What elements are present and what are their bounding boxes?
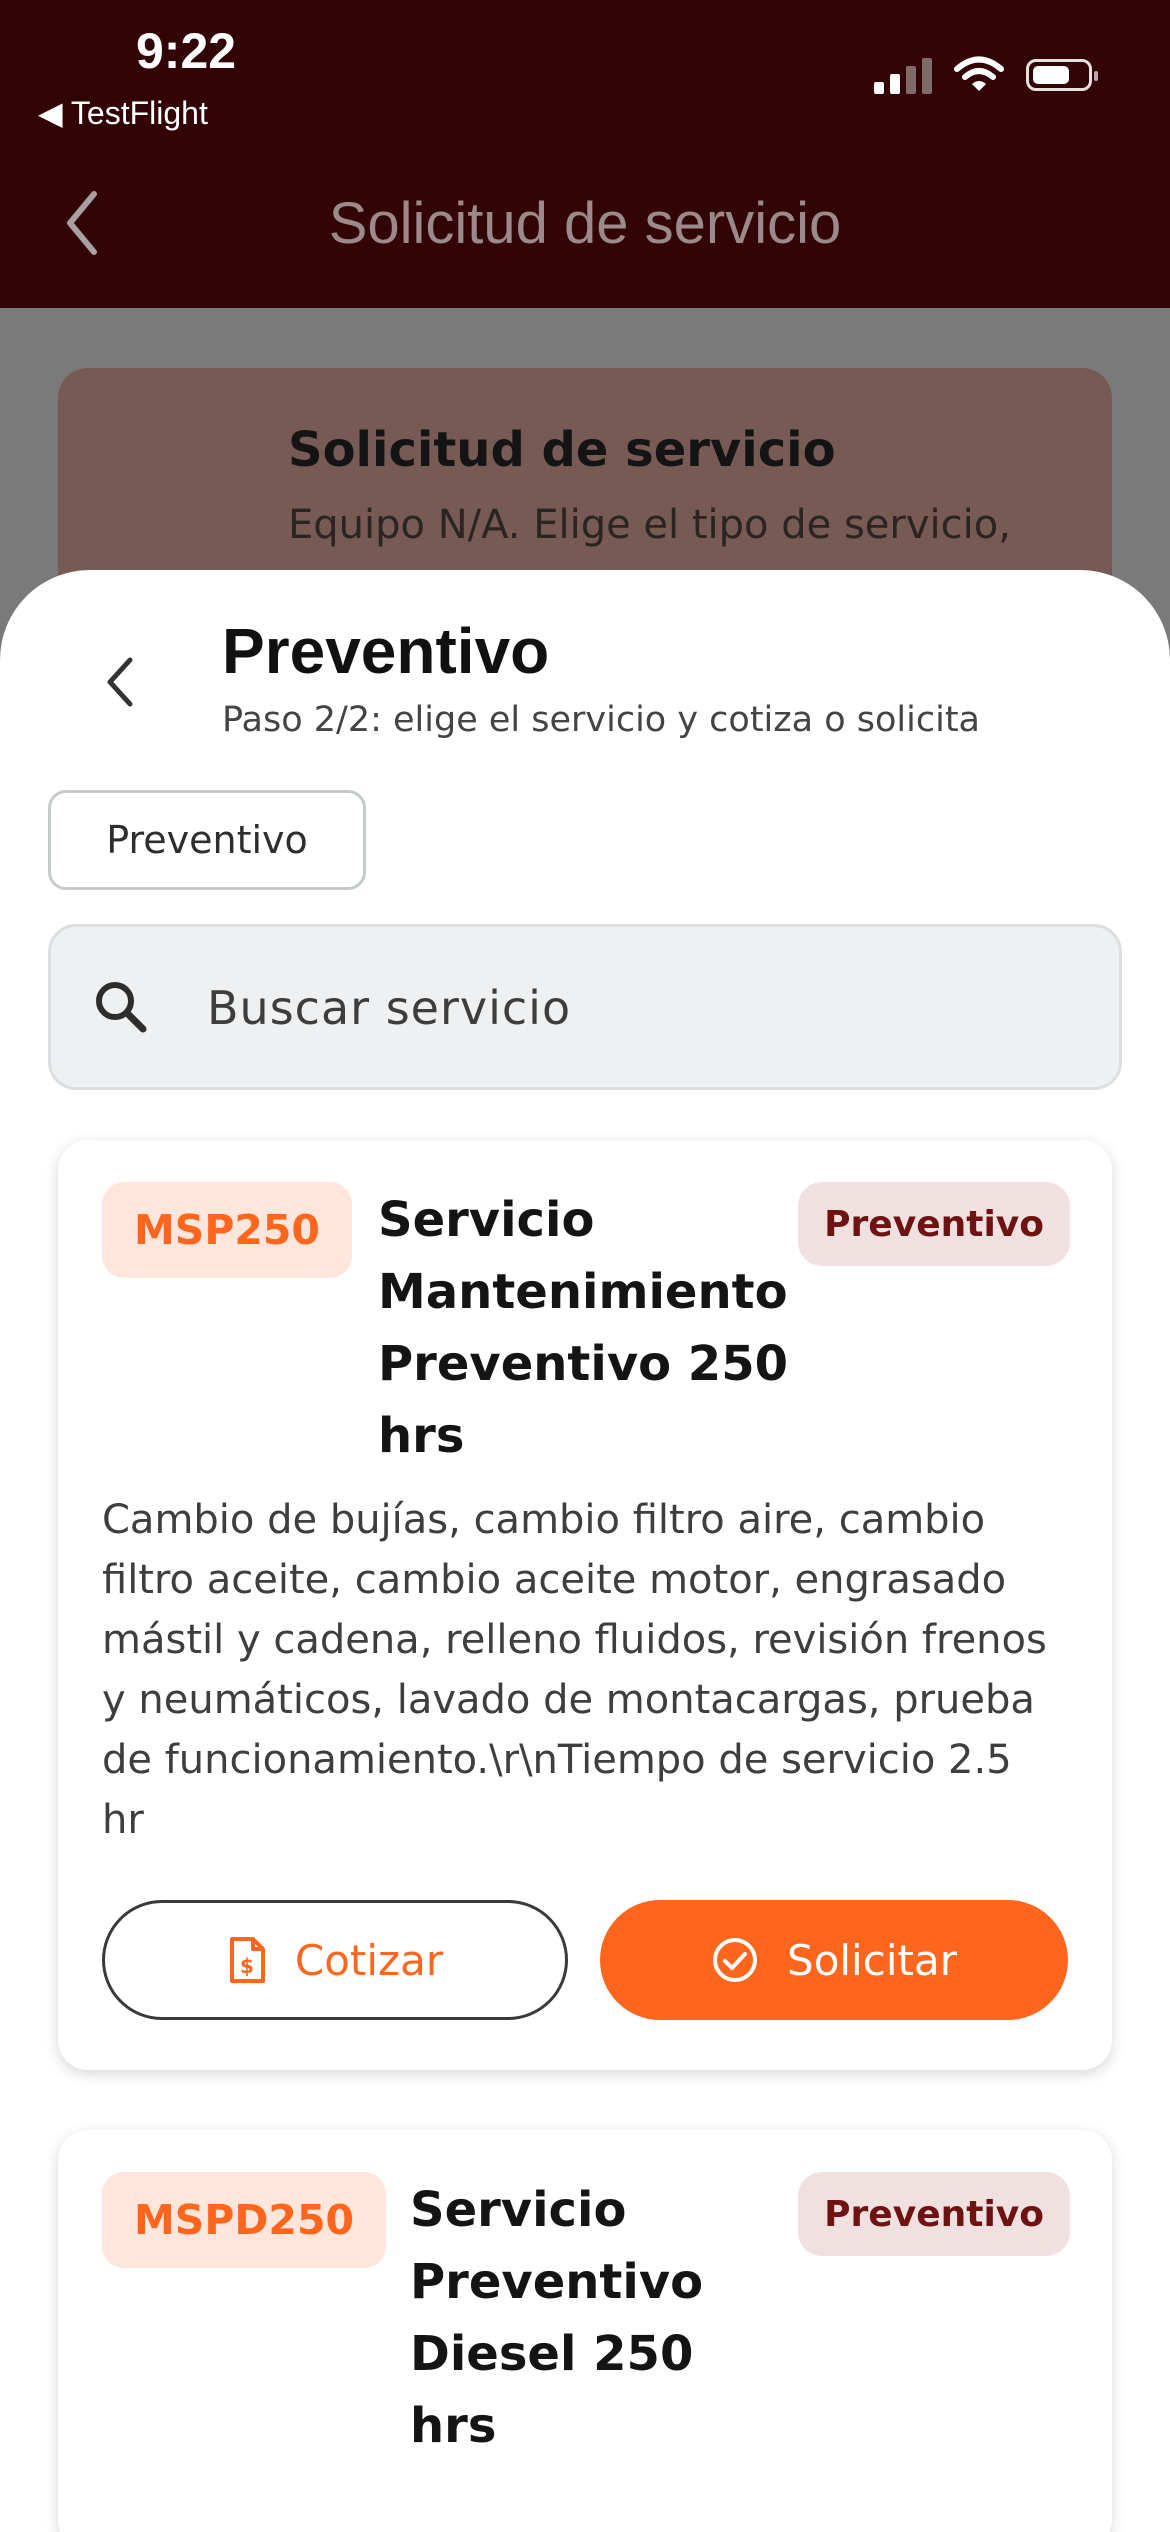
service-code-badge: MSP250 (102, 1182, 352, 1278)
wifi-icon (954, 56, 1004, 91)
quote-button-label: Cotizar (294, 1935, 444, 1985)
request-button[interactable]: Solicitar (600, 1900, 1068, 2020)
service-type-badge: Preventivo (798, 1182, 1070, 1266)
svg-text:$: $ (240, 1954, 254, 1978)
service-title-line: Servicio (410, 2182, 627, 2238)
service-title-line: Preventivo (410, 2254, 704, 2310)
invoice-icon: $ (229, 1937, 265, 1983)
service-title: Servicio Preventivo Diesel 250 hrs (410, 2174, 703, 2462)
service-title-line: hrs (378, 1408, 465, 1464)
service-title-line: Servicio (378, 1192, 595, 1248)
service-title-line: hrs (410, 2398, 497, 2454)
service-title: Servicio Mantenimiento Preventivo 250 hr… (378, 1184, 788, 1472)
search-bar[interactable] (48, 924, 1122, 1090)
filter-chip-preventivo[interactable]: Preventivo (48, 790, 366, 890)
sheet-title: Preventivo (222, 615, 550, 687)
bottom-sheet: Preventivo Paso 2/2: elige el servicio y… (0, 570, 1170, 2532)
check-circle-icon (713, 1938, 758, 1982)
battery-icon (1026, 59, 1098, 91)
background-card-title: Solicitud de servicio (288, 422, 836, 478)
service-card: MSP250 Servicio Mantenimiento Preventivo… (58, 1140, 1112, 2070)
service-card: MSPD250 Servicio Preventivo Diesel 250 h… (58, 2130, 1112, 2532)
search-input[interactable] (205, 967, 1089, 1049)
description-line: hr (102, 1797, 144, 1843)
service-title-line: Preventivo 250 (378, 1336, 788, 1392)
service-title-line: Mantenimiento (378, 1264, 788, 1320)
description-line: de funcionamiento.\r\nTiempo de servicio… (102, 1737, 1012, 1783)
request-button-label: Solicitar (787, 1935, 957, 1985)
sheet-subtitle: Paso 2/2: elige el servicio y cotiza o s… (222, 700, 981, 740)
quote-button[interactable]: $ Cotizar (102, 1900, 568, 2020)
service-description: Cambio de bujías, cambio filtro aire, ca… (102, 1490, 1082, 1850)
description-line: Cambio de bujías, cambio filtro aire, ca… (102, 1497, 986, 1543)
page-title: Solicitud de servicio (328, 191, 842, 256)
background-card-subtitle: Equipo N/A. Elige el tipo de servicio, (288, 502, 1011, 548)
testflight-back-link[interactable]: ◀ TestFlight (38, 94, 208, 132)
description-line: y neumáticos, lavado de montacargas, pru… (102, 1677, 1035, 1723)
status-time: 9:22 (136, 23, 237, 79)
search-icon (96, 982, 147, 1033)
signal-icon (874, 56, 932, 94)
description-line: filtro aceite, cambio aceite motor, engr… (102, 1557, 1007, 1603)
status-icons (874, 56, 1098, 94)
service-type-badge: Preventivo (798, 2172, 1070, 2256)
service-title-line: Diesel 250 (410, 2326, 694, 2382)
app-header: 9:22 ◀ TestFlight Solicitud de servicio (0, 0, 1170, 308)
chevron-left-icon[interactable] (100, 652, 140, 712)
service-code-badge: MSPD250 (102, 2172, 386, 2268)
description-line: mástil y cadena, relleno fluidos, revisi… (102, 1617, 1047, 1663)
